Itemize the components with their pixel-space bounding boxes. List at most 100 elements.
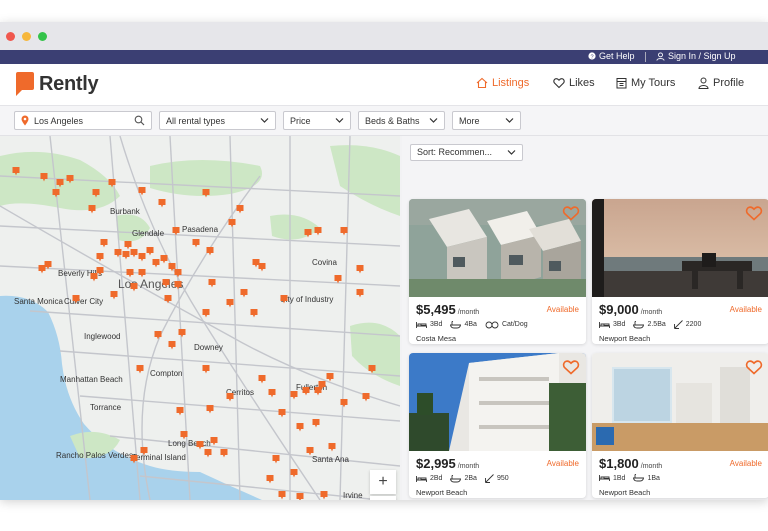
listing-map-pin[interactable]: [240, 289, 248, 298]
map-pin-icon: [21, 115, 29, 126]
search-icon[interactable]: [134, 115, 145, 126]
heart-icon: [553, 78, 565, 89]
listing-map-pin[interactable]: [202, 309, 210, 318]
sign-in-link[interactable]: Sign In / Sign Up: [656, 51, 736, 61]
listing-map-pin[interactable]: [228, 219, 236, 228]
listing-map-pin[interactable]: [340, 227, 348, 236]
listing-map-pin[interactable]: [320, 491, 328, 500]
listing-photo-building[interactable]: [409, 353, 586, 451]
listing-map-pin[interactable]: [226, 393, 234, 402]
listing-map-pin[interactable]: [146, 247, 154, 256]
listing-map-pin[interactable]: [176, 407, 184, 416]
listing-map-pin[interactable]: [268, 389, 276, 398]
listing-map-pin[interactable]: [362, 393, 370, 402]
listing-map-pin[interactable]: [266, 475, 274, 484]
listing-map-pin[interactable]: [38, 265, 46, 274]
listing-map-pin[interactable]: [290, 469, 298, 478]
more-filters-select[interactable]: More: [452, 111, 521, 130]
maximize-window-dot[interactable]: [38, 32, 47, 41]
listing-map-pin[interactable]: [122, 251, 130, 260]
listing-map-pin[interactable]: [138, 253, 146, 262]
listing-map-pin[interactable]: [152, 259, 160, 268]
listing-map-pin[interactable]: [356, 289, 364, 298]
favorite-heart-icon[interactable]: [562, 205, 580, 221]
listing-card[interactable]: $2,995/month Available 2Bd 2Ba 950 Newpo…: [409, 353, 586, 498]
listing-map-pin[interactable]: [296, 423, 304, 432]
get-help-link[interactable]: ? Get Help: [588, 51, 635, 61]
minimize-window-dot[interactable]: [22, 32, 31, 41]
listing-photo-room[interactable]: [592, 353, 768, 451]
listing-map-pin[interactable]: [258, 375, 266, 384]
listing-map-pin[interactable]: [328, 443, 336, 452]
listing-map-pin[interactable]: [312, 419, 320, 428]
nav-listings[interactable]: Listings: [476, 77, 529, 89]
listing-map-pin[interactable]: [136, 365, 144, 374]
listing-map-pin[interactable]: [164, 295, 172, 304]
listing-map-pin[interactable]: [272, 455, 280, 464]
map-canvas[interactable]: BurbankGlendale PasadenaBeverly HillsLos …: [0, 136, 400, 500]
listing-map-pin[interactable]: [88, 205, 96, 214]
listing-photo-patio[interactable]: [592, 199, 768, 297]
listing-map-pin[interactable]: [226, 299, 234, 308]
listing-map-pin[interactable]: [196, 441, 204, 450]
listing-photo-houses[interactable]: [409, 199, 586, 297]
favorite-heart-icon[interactable]: [745, 205, 763, 221]
listing-map-pin[interactable]: [178, 329, 186, 338]
map-place-label: City of Industry: [280, 295, 333, 304]
price-select[interactable]: Price: [283, 111, 351, 130]
listing-map-pin[interactable]: [356, 265, 364, 274]
listing-map-pin[interactable]: [296, 493, 304, 500]
rental-type-select[interactable]: All rental types: [159, 111, 276, 130]
zoom-out-button[interactable]: −: [370, 496, 396, 500]
listing-map-pin[interactable]: [204, 449, 212, 458]
listing-map-pin[interactable]: [124, 241, 132, 250]
zoom-in-label: +: [378, 473, 388, 490]
nav-profile[interactable]: Profile: [698, 77, 744, 89]
listing-map-pin[interactable]: [154, 331, 162, 340]
rently-logo[interactable]: Rently: [14, 70, 99, 98]
listing-map-pin[interactable]: [220, 449, 228, 458]
beds-baths-select[interactable]: Beds & Baths: [358, 111, 445, 130]
listing-card[interactable]: $5,495/month Available 3Bd 4Ba Cat/Dog C…: [409, 199, 586, 344]
listing-map-pin[interactable]: [340, 399, 348, 408]
listing-map-pin[interactable]: [314, 387, 322, 396]
listing-map-pin[interactable]: [160, 255, 168, 264]
nav-likes[interactable]: Likes: [553, 77, 595, 89]
map-place-label: Pasadena: [182, 225, 219, 234]
listing-map-pin[interactable]: [326, 373, 334, 382]
listing-map-pin[interactable]: [290, 391, 298, 400]
location-search-input[interactable]: Los Angeles: [14, 111, 152, 130]
listing-map-pin[interactable]: [210, 437, 218, 446]
listing-map-pin[interactable]: [278, 409, 286, 418]
listing-map-pin[interactable]: [252, 259, 260, 268]
nav-my-tours[interactable]: My Tours: [616, 77, 675, 89]
listing-map-pin[interactable]: [158, 199, 166, 208]
favorite-heart-icon[interactable]: [745, 359, 763, 375]
listing-map-pin[interactable]: [208, 279, 216, 288]
listing-map-pin[interactable]: [130, 249, 138, 258]
listing-map-pin[interactable]: [258, 263, 266, 272]
listing-card[interactable]: $1,800/month Available 1Bd 1Ba Newport B…: [592, 353, 768, 498]
listing-map-pin[interactable]: [192, 239, 200, 248]
favorite-heart-icon[interactable]: [562, 359, 580, 375]
listing-map-pin[interactable]: [206, 247, 214, 256]
listing-map-pin[interactable]: [202, 365, 210, 374]
listing-map-pin[interactable]: [168, 341, 176, 350]
listing-map-pin[interactable]: [90, 273, 98, 282]
listing-map-pin[interactable]: [236, 205, 244, 214]
listing-map-pin[interactable]: [110, 291, 118, 300]
sort-select[interactable]: Sort: Recommen...: [410, 144, 523, 161]
map-view[interactable]: Burbank Glendale Pasadena Beverly Hills Los …: [0, 136, 400, 500]
zoom-in-button[interactable]: +: [370, 470, 396, 494]
listing-map-pin[interactable]: [250, 309, 258, 318]
map-place-label: Burbank: [110, 207, 141, 216]
listing-map-pin[interactable]: [206, 405, 214, 414]
listing-map-pin[interactable]: [202, 189, 210, 198]
listing-map-pin[interactable]: [314, 227, 322, 236]
listing-map-pin[interactable]: [96, 253, 104, 262]
listing-map-pin[interactable]: [100, 239, 108, 248]
listing-card[interactable]: $9,000/month Available 3Bd 2.5Ba 2200 Ne…: [592, 199, 768, 344]
browser-window: ? Get Help Sign In / Sign Up Rently List…: [0, 22, 768, 500]
close-window-dot[interactable]: [6, 32, 15, 41]
listing-map-pin[interactable]: [302, 387, 310, 396]
